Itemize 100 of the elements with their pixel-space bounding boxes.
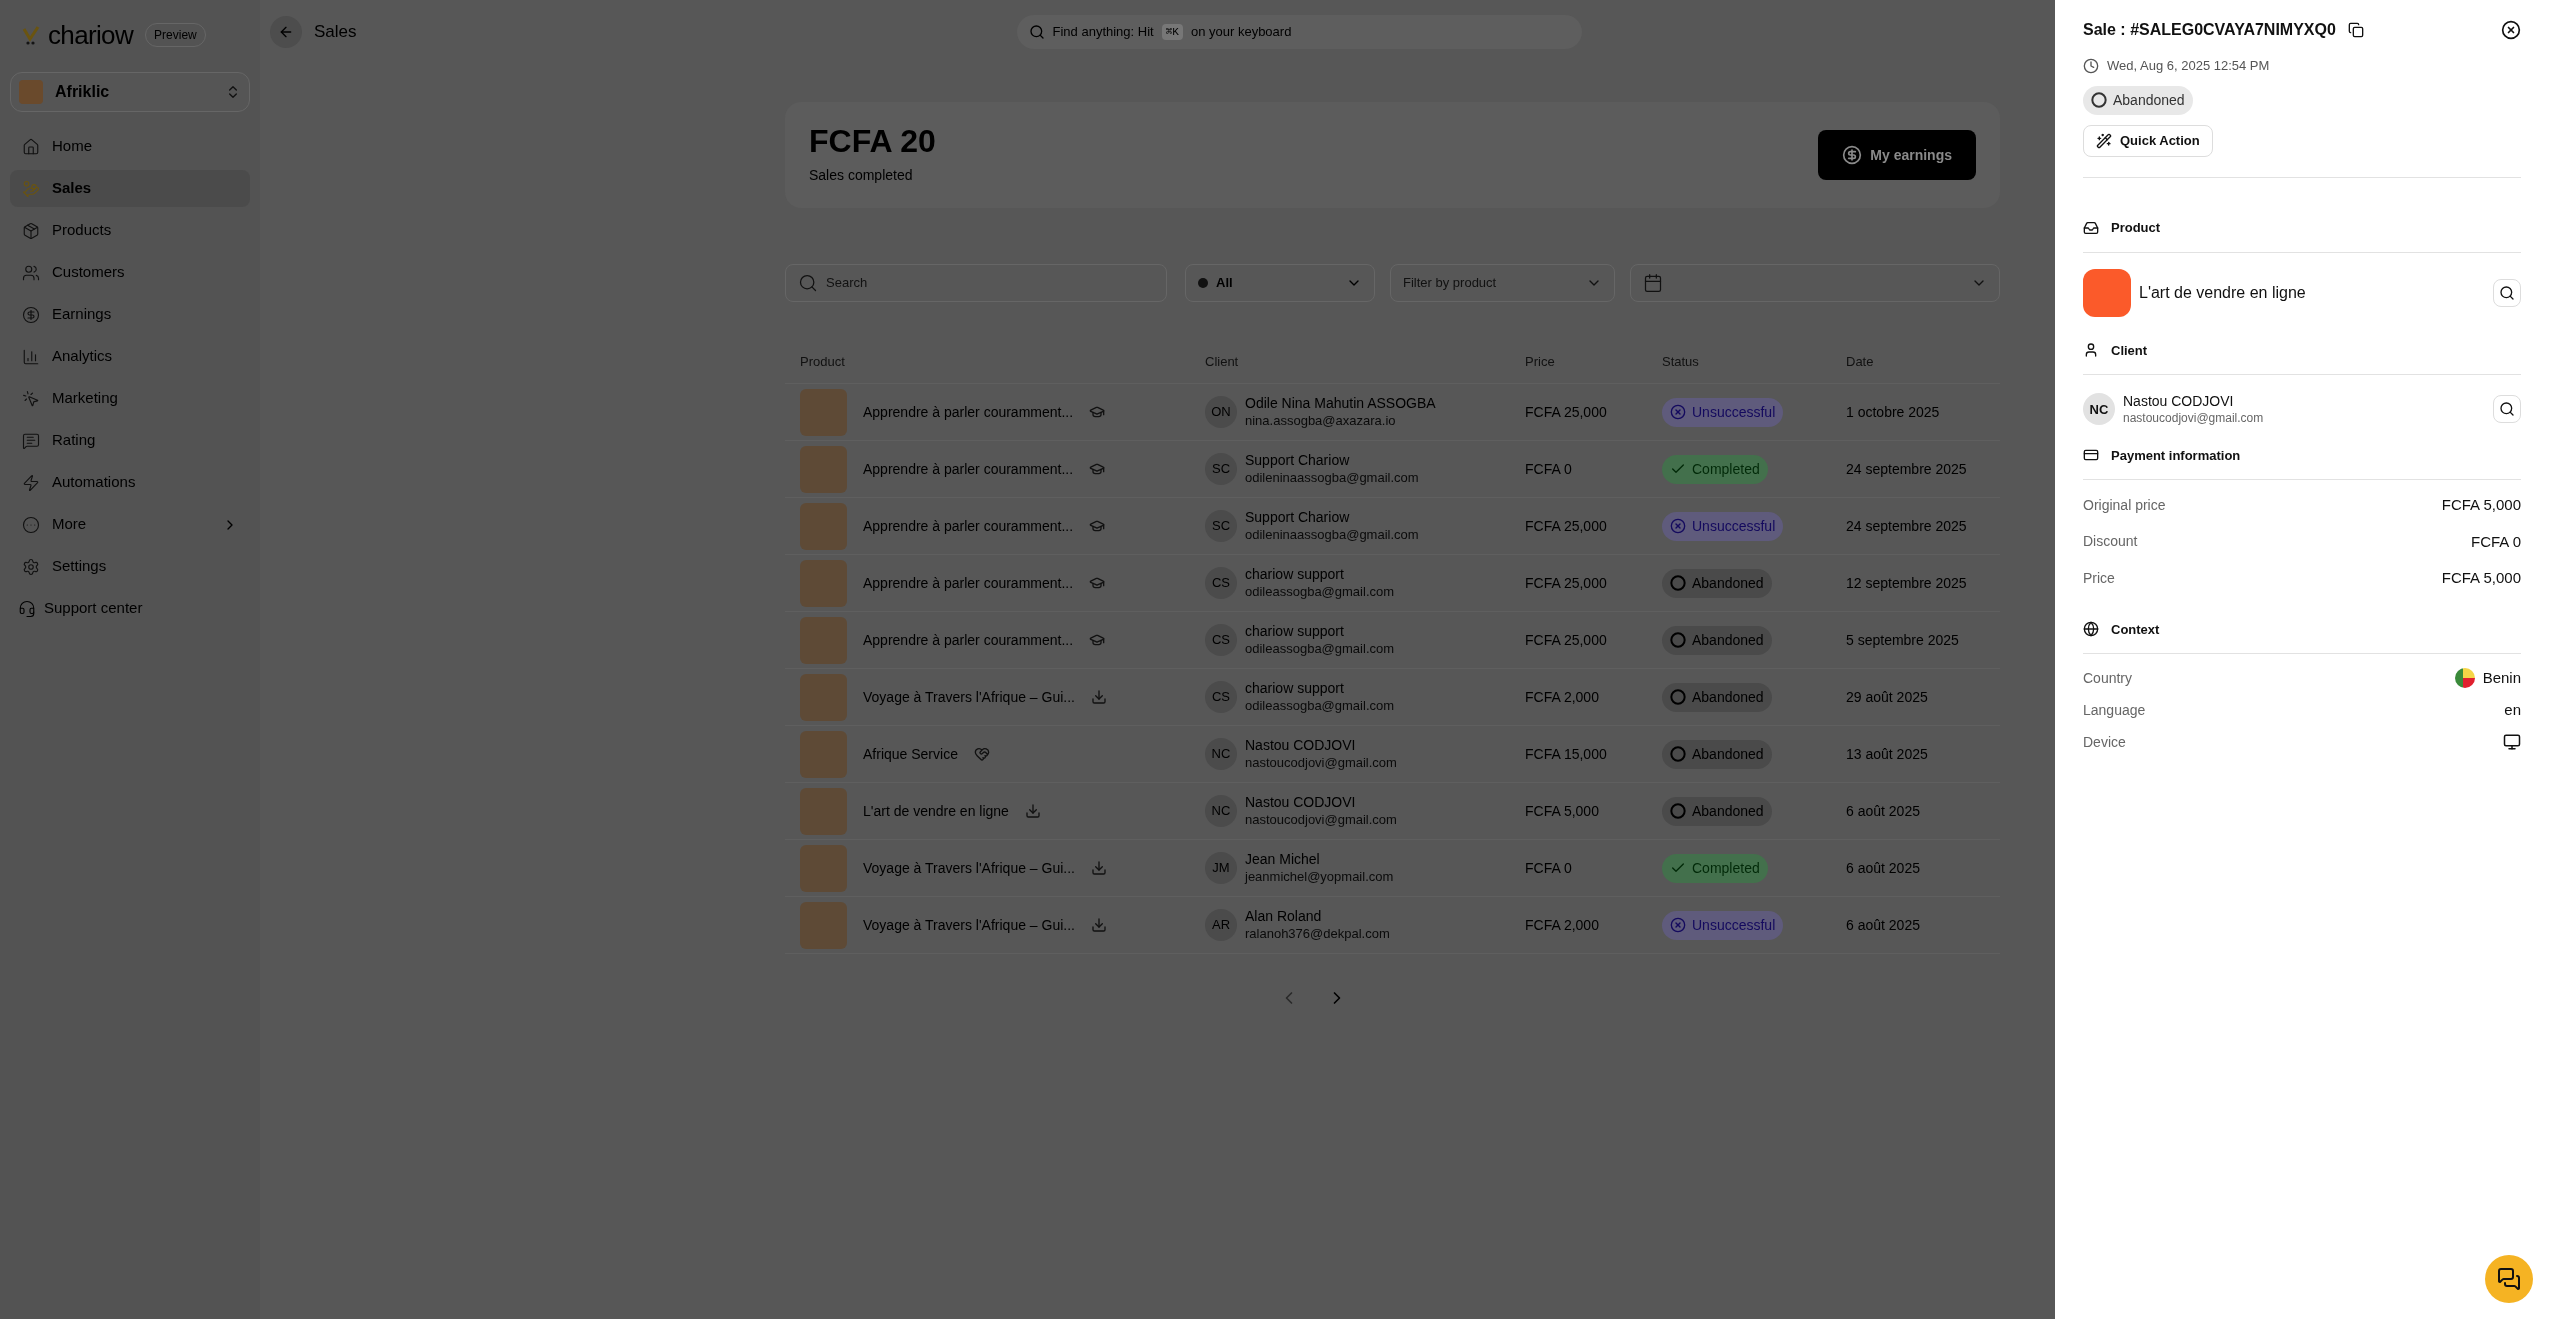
client-email: nastoucodjovi@gmail.com [1245,811,1397,828]
price-cell-text: FCFA 2,000 [1525,915,1600,935]
column-header: Status [1662,352,1700,371]
product-thumbnail [2083,268,2131,317]
earnings-button[interactable]: My earnings [1818,130,1976,180]
sales-amount: FCFA 20 [809,124,936,157]
date-cell-text: 6 août 2025 [1846,858,1921,878]
sidebar-item[interactable]: Settings [10,548,250,585]
search-field[interactable]: Search [785,264,1167,302]
view-client-button[interactable] [2493,395,2521,424]
product-name: L'art de vendre en ligne [2139,282,2307,303]
close-button[interactable] [2501,20,2521,40]
client-name: Support Chariow [1245,452,1351,470]
price-cell-text: FCFA 0 [1525,858,1573,878]
client-name: Nastou CODJOVI [2123,393,2235,411]
client-name: Jean Michel [1245,851,1321,869]
product-thumbnail [800,901,847,949]
circle-icon [1670,746,1686,762]
chat-button[interactable] [2485,1255,2533,1303]
sidebar-item[interactable]: Rating [10,422,250,459]
status-badge: Abandoned [1662,796,1772,826]
client-email: odileninaassogba@gmail.com [1245,469,1419,486]
client-avatar: NC [2083,393,2115,426]
workspace-switcher[interactable]: Afriklic [10,72,250,112]
sidebar-item[interactable]: Marketing [10,380,250,417]
client-name: Odile Nina Mahutin ASSOGBA [1245,395,1436,413]
sidebar-item[interactable]: Home [10,128,250,165]
product-name: Voyage à Travers l'Afrique – Gui... [863,915,1075,935]
column-header: Client [1205,352,1240,371]
product-thumbnail [800,787,847,835]
product-name: Apprendre à parler couramment... [863,630,1074,650]
column-header: Date [1846,352,1875,371]
sidebar-item[interactable]: Earnings [10,296,250,333]
product-thumbnail [800,730,847,778]
column-header: Product [800,352,846,371]
circle-icon [1670,575,1686,591]
search-icon [2499,401,2515,418]
x-circle-icon [1670,917,1686,933]
status-select[interactable]: All [1185,264,1375,302]
sidebar-item[interactable]: Automations [10,464,250,501]
section-heading: Product [2111,219,2161,237]
date-cell-text: 29 août 2025 [1846,687,1929,707]
support-link[interactable]: Support center [10,590,250,627]
price-cell-text: FCFA 25,000 [1525,402,1608,422]
workspace-logo [19,80,43,104]
product-thumbnail [800,559,847,607]
clock-icon [2083,57,2099,74]
shortcut-key: ⌘K [1161,23,1183,41]
user-icon [2083,342,2099,359]
arrow-left-icon [278,24,294,40]
client-email: nastoucodjovi@gmail.com [2123,410,2265,426]
field-label: Device [2083,732,2126,752]
product-name: Apprendre à parler couramment... [863,402,1074,422]
copy-button[interactable] [2347,22,2364,38]
status-badge: Completed [1662,454,1768,484]
users-icon [22,263,40,282]
client-avatar: CS [1205,624,1237,656]
product-filter-select[interactable]: Filter by product [1390,264,1615,302]
client-name: Alan Roland [1245,908,1323,926]
inbox-icon [2083,219,2099,236]
quick-action-button[interactable]: Quick Action [2083,125,2213,157]
sidebar-item[interactable]: Customers [10,254,250,291]
back-button[interactable] [270,16,302,48]
product-name: Apprendre à parler couramment... [863,516,1074,536]
sidebar-item[interactable]: Products [10,212,250,249]
lightning-icon [22,473,40,492]
price-cell-text: FCFA 2,000 [1525,687,1600,707]
client-name: chariow support [1245,623,1345,641]
sidebar-item[interactable]: Analytics [10,338,250,375]
chat-icon [2497,1267,2521,1291]
global-search-field[interactable]: Find anything: Hit ⌘K on your keyboard [1016,15,1582,49]
product-name: Voyage à Travers l'Afrique – Gui... [863,858,1075,878]
client-avatar: SC [1205,453,1237,485]
client-name: Nastou CODJOVI [1245,794,1357,812]
settings-icon [22,557,40,576]
search-hint: on your keyboard [1190,23,1292,42]
sidebar-item[interactable]: More [10,506,250,543]
date-cell-text: 12 septembre 2025 [1846,573,1968,593]
product-thumbnail [800,502,847,550]
box-icon [22,221,40,240]
status-badge: Abandoned [2083,85,2193,115]
x-circle-icon [1670,518,1686,534]
sale-title: Sale : #SALEG0CVAYA7NIMYXQ0 [2083,20,2336,40]
client-email: odileassogba@gmail.com [1245,697,1395,714]
client-email: odileassogba@gmail.com [1245,640,1395,657]
view-product-button[interactable] [2493,278,2521,307]
status-badge: Unsuccessful [1662,397,1784,427]
date-cell-text: 24 septembre 2025 [1846,516,1968,536]
date-cell-text: 24 septembre 2025 [1846,459,1968,479]
field-value: FCFA 5,000 [2441,495,2521,515]
close-icon [2501,20,2521,40]
price-cell-text: FCFA 5,000 [1525,801,1600,821]
field-label: Original price [2083,495,2166,515]
product-name: L'art de vendre en ligne [863,801,1009,821]
status-badge: Abandoned [1662,568,1772,598]
field-value: Benin [2482,667,2521,688]
client-avatar: CS [1205,567,1237,599]
price-cell-text: FCFA 25,000 [1525,630,1608,650]
sidebar-item[interactable]: Sales [10,170,250,207]
status-badge: Completed [1662,853,1768,883]
